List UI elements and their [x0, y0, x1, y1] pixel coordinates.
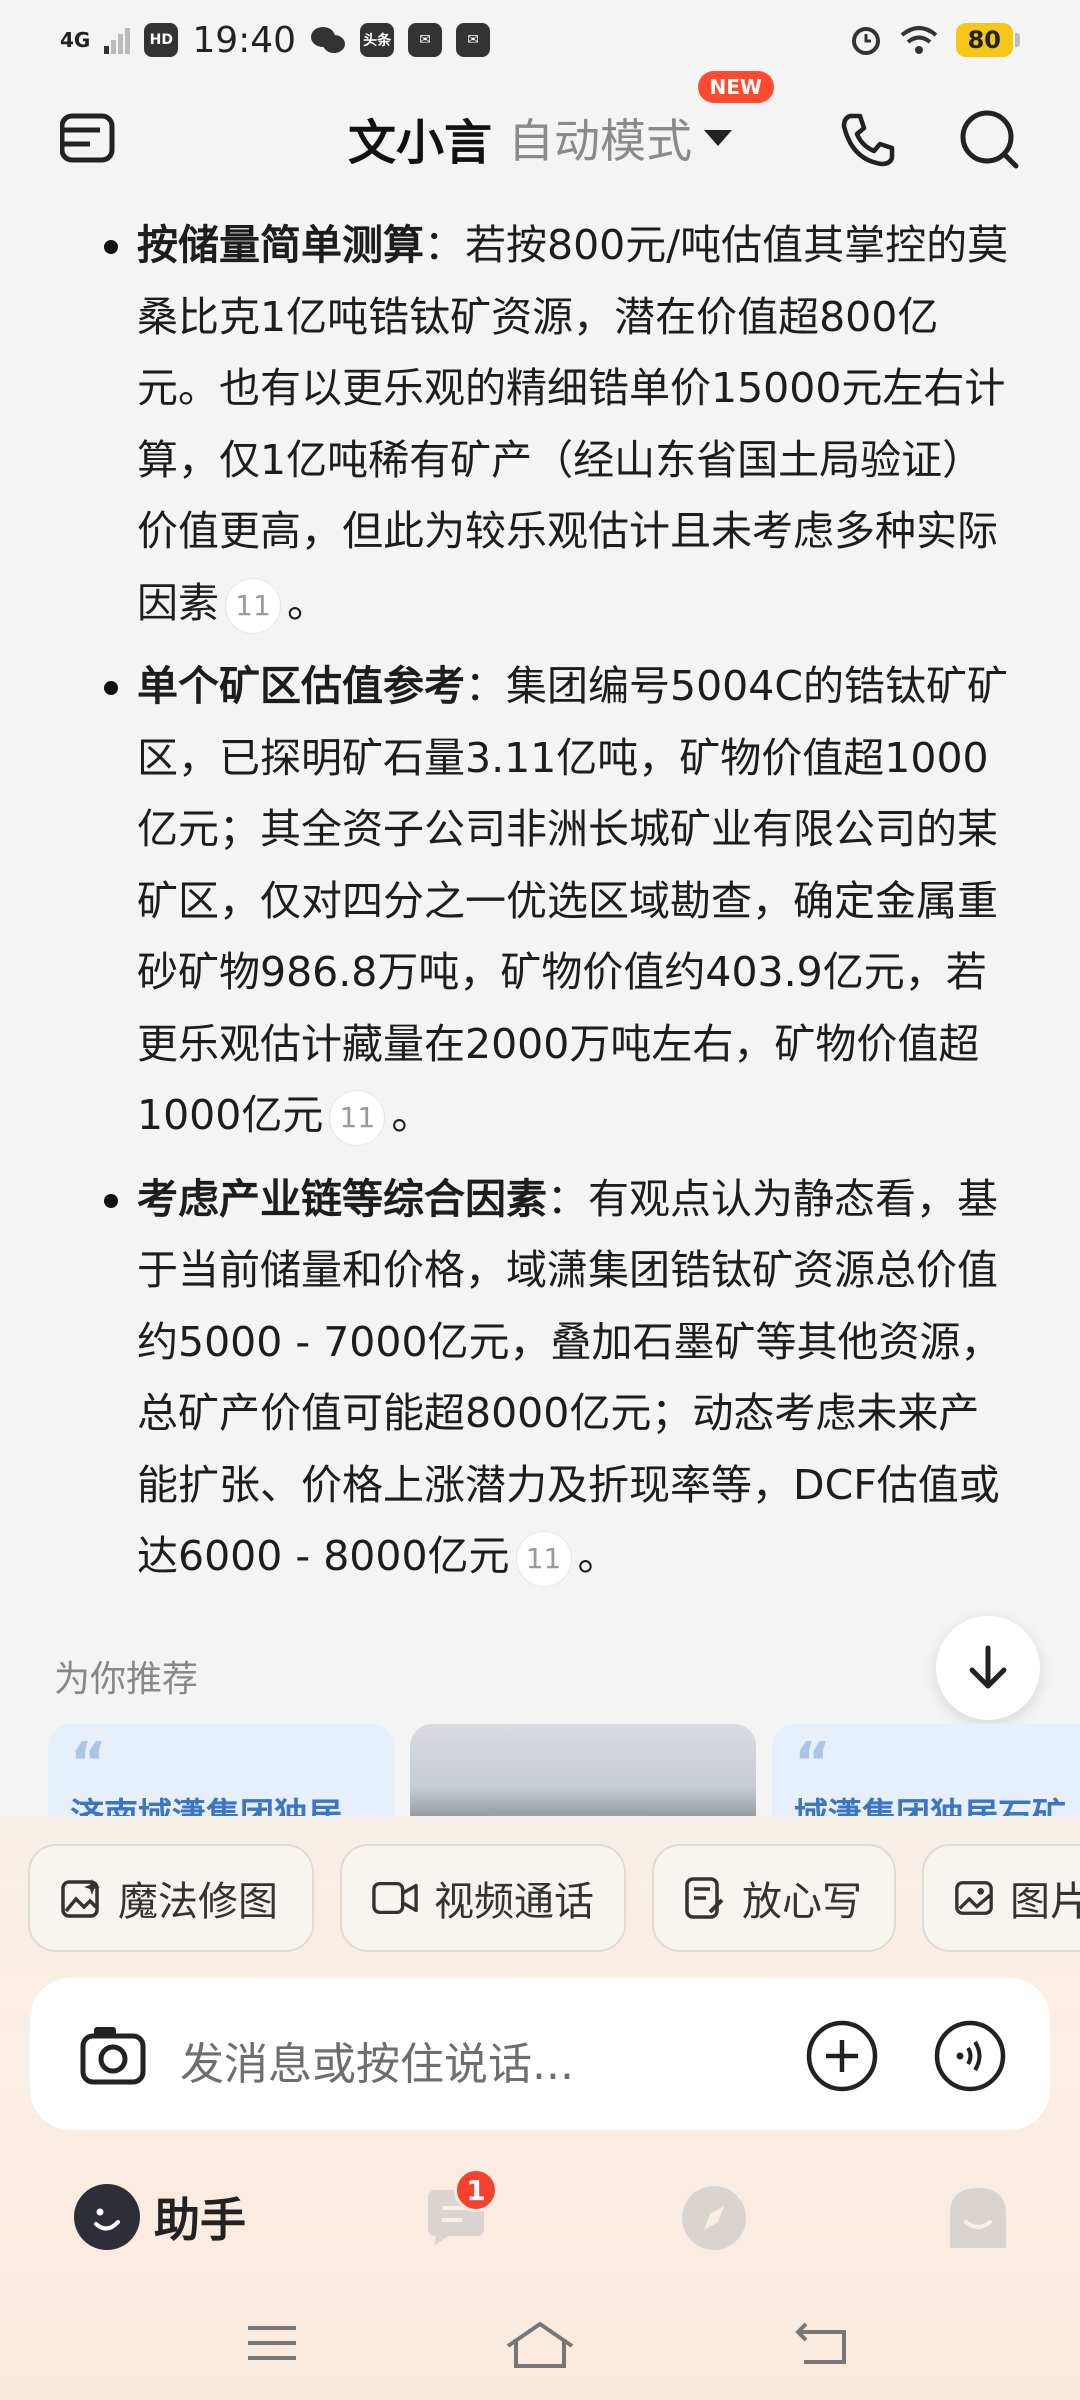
app-title: 文小言: [347, 114, 492, 171]
bottom-nav: 助手 1: [0, 2154, 1080, 2284]
image-icon: [955, 1881, 993, 1915]
answer-list: 按储量简单测算：若按800元/吨估值其掌控的莫桑比克1亿吨锆钛矿资源，潜在价值超…: [0, 210, 1080, 1593]
mail-icon: ✉: [408, 23, 443, 57]
citation-badge[interactable]: 11: [329, 1090, 386, 1146]
chevron-down-icon: [704, 129, 732, 146]
home-icon[interactable]: [504, 2320, 576, 2370]
scroll-to-bottom-button[interactable]: [936, 1616, 1040, 1720]
assistant-logo-icon: [74, 2184, 140, 2250]
tab-discover-icon[interactable]: [680, 2184, 748, 2252]
recommend-card[interactable]: “ 域潇集团独居石矿: [772, 1724, 1080, 1816]
wechat-icon: [311, 27, 346, 53]
message-input-bar: 发消息或按住说话...: [30, 1978, 1050, 2130]
phone-icon[interactable]: [838, 110, 898, 170]
mode-label: 自动模式: [508, 113, 692, 168]
list-item: 考虑产业链等综合因素：有观点认为静态看，基于当前储量和价格，域潇集团锆钛矿资源总…: [0, 1164, 1080, 1593]
bottom-panel: 魔法修图 视频通话 放心写 图片 发消息或按住说话... 助手 1: [0, 1816, 1080, 2400]
image-button[interactable]: 图片: [922, 1844, 1080, 1952]
title-mode-selector[interactable]: 文小言 自动模式 NEW: [347, 70, 774, 173]
camera-icon[interactable]: [80, 2024, 146, 2086]
voice-icon[interactable]: [934, 2020, 1006, 2092]
battery-level: 80: [955, 23, 1013, 57]
menu-icon[interactable]: [60, 112, 116, 164]
app-header: 文小言 自动模式 NEW: [0, 70, 1080, 185]
quote-icon: “: [794, 1731, 831, 1796]
wifi-icon: [900, 26, 937, 54]
message-input[interactable]: 发消息或按住说话...: [180, 2028, 574, 2092]
new-badge: NEW: [697, 70, 774, 103]
battery-tip: [1015, 33, 1020, 47]
recommend-label: 为你推荐: [54, 1659, 199, 1700]
network-type: 4G: [60, 28, 91, 52]
writing-button[interactable]: 放心写: [652, 1844, 896, 1952]
citation-badge[interactable]: 11: [225, 577, 281, 634]
video-call-button[interactable]: 视频通话: [340, 1844, 626, 1952]
magic-edit-button[interactable]: 魔法修图: [28, 1844, 314, 1952]
search-icon[interactable]: [958, 108, 1020, 170]
list-item: 按储量简单测算：若按800元/吨估值其掌控的莫桑比克1亿吨锆钛矿资源，潜在价值超…: [0, 210, 1080, 639]
tab-profile-icon[interactable]: [944, 2184, 1012, 2252]
status-bar: 4G HD 19:40 头条 ✉ ✉ 80: [0, 0, 1080, 80]
status-time: 19:40: [192, 19, 297, 61]
video-call-icon: [372, 1881, 418, 1915]
magic-edit-icon: [61, 1879, 100, 1918]
writing-icon: [685, 1877, 724, 1919]
recommend-card-image[interactable]: [410, 1724, 756, 1816]
signal-icon: [104, 28, 131, 54]
tab-assistant[interactable]: 助手: [74, 2184, 246, 2250]
recommend-card[interactable]: “ 济南域潇集团独居: [48, 1724, 394, 1816]
quote-icon: “: [70, 1731, 107, 1796]
citation-badge[interactable]: 11: [515, 1531, 572, 1587]
alarm-icon: [851, 27, 880, 55]
hd-icon: HD: [144, 23, 179, 57]
chat-content: 按储量简单测算：若按800元/吨估值其掌控的莫桑比克1亿吨锆钛矿资源，潜在价值超…: [0, 210, 1080, 1630]
recent-apps-icon[interactable]: [244, 2320, 300, 2366]
message-count-badge: 1: [454, 2168, 498, 2212]
arrow-down-icon: [969, 1645, 1007, 1689]
recommend-cards: “ 济南域潇集团独居 “ 域潇集团独居石矿: [0, 1724, 1080, 1816]
add-icon[interactable]: [806, 2020, 878, 2092]
quick-tools: 魔法修图 视频通话 放心写 图片: [0, 1844, 1080, 1952]
toutiao-icon: 头条: [360, 23, 395, 57]
back-icon[interactable]: [794, 2320, 850, 2366]
list-item: 单个矿区估值参考：集团编号5004C的锆钛矿矿区，已探明矿石量3.11亿吨，矿物…: [0, 651, 1080, 1152]
system-nav-bar: [0, 2306, 1080, 2400]
mail-icon-2: ✉: [456, 23, 491, 57]
